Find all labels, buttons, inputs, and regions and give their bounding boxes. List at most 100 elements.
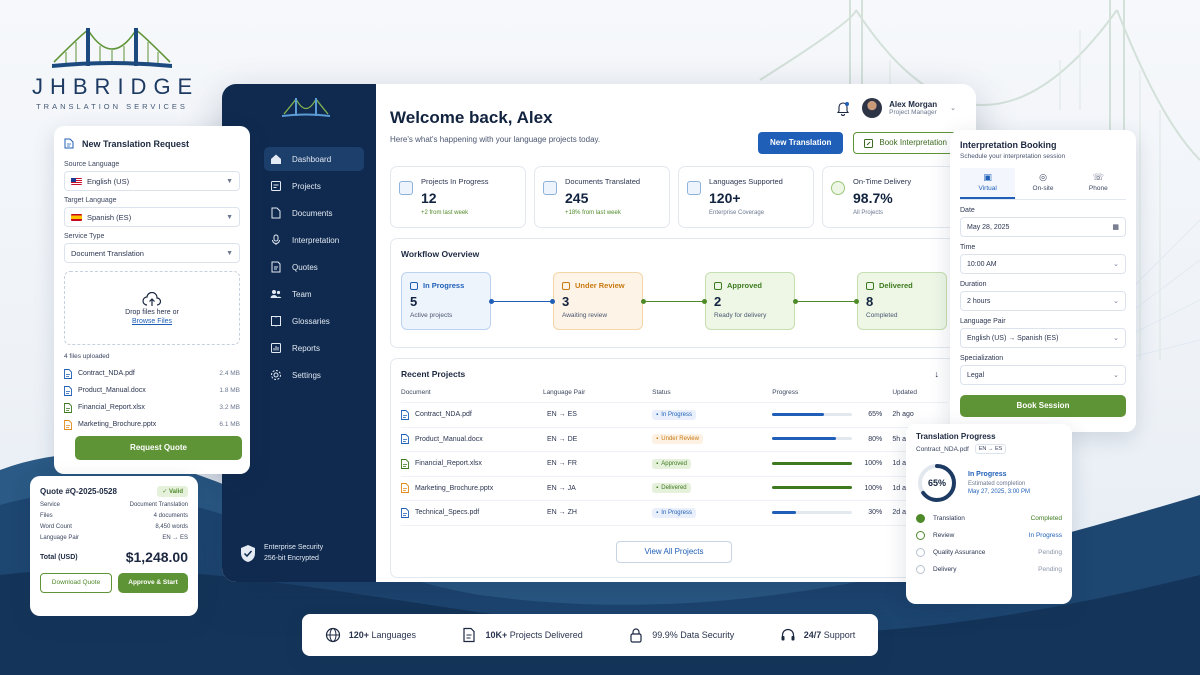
tab-virtual[interactable]: ▣ Virtual xyxy=(960,168,1016,199)
chevron-down-icon: ▼ xyxy=(226,249,233,257)
table-row[interactable]: Product_Manual.docx EN → DE ▪ Under Revie… xyxy=(401,427,947,452)
language-pair: EN → JA xyxy=(542,476,653,501)
sidebar-item-dashboard[interactable]: Dashboard xyxy=(264,147,364,171)
uploaded-file-item[interactable]: Product_Manual.docx 1.8 MB xyxy=(64,382,240,399)
status-icon: ▪ xyxy=(656,436,659,443)
gear-icon xyxy=(271,370,281,380)
progress-percent: 30% xyxy=(868,509,883,517)
tab-on-site[interactable]: ◎ On-site xyxy=(1015,168,1070,199)
step-label: Translation xyxy=(933,515,965,522)
feature-highlight: 120+ xyxy=(348,630,369,640)
workflow-stage[interactable]: In Progress 5 Active projects xyxy=(401,272,491,330)
file-size: 2.4 MB xyxy=(219,370,240,377)
pptx-file-icon xyxy=(64,419,72,430)
target-language-select[interactable]: Spanish (ES) ▼ xyxy=(64,207,240,227)
features-strip: 120+ Languages 10K+ Projects Delivered 99.… xyxy=(302,614,878,656)
workflow-stage[interactable]: Delivered 8 Completed xyxy=(857,272,947,330)
languages-icon xyxy=(687,181,701,195)
quote-total-value: $1,248.00 xyxy=(125,549,188,565)
main-content: Welcome back, Alex Here's what's happeni… xyxy=(376,84,976,582)
sidebar-item-documents[interactable]: Documents xyxy=(264,201,362,225)
table-row[interactable]: Financial_Report.xlsx EN → FR ▪ Approved … xyxy=(401,451,947,477)
quote-detail-value: EN → ES xyxy=(162,535,188,541)
uploaded-file-item[interactable]: Marketing_Brochure.pptx 6.1 MB xyxy=(64,416,240,433)
brand-name: JHBRIDGE xyxy=(32,74,200,99)
date-picker[interactable]: May 28, 2025 ▦ xyxy=(960,217,1126,237)
progress-title: Translation Progress xyxy=(916,432,996,441)
workflow-stage-label: Under Review xyxy=(575,281,625,290)
sidebar-item-reports[interactable]: Reports xyxy=(264,336,362,360)
pdf-file-icon xyxy=(401,507,409,518)
approve-start-button[interactable]: Approve & Start xyxy=(118,573,188,593)
document-name: Technical_Specs.pdf xyxy=(415,509,480,517)
view-all-projects-button[interactable]: View All Projects xyxy=(616,541,732,563)
uploaded-file-item[interactable]: Financial_Report.xlsx 3.2 MB xyxy=(64,399,240,416)
tab-phone[interactable]: ☏ Phone xyxy=(1071,168,1126,199)
security-subtitle: 256-bit Encrypted xyxy=(264,555,319,562)
sidebar-item-interpretation[interactable]: Interpretation xyxy=(264,228,362,252)
bell-icon[interactable] xyxy=(836,101,850,116)
specialization-select[interactable]: Legal ⌄ xyxy=(960,365,1126,385)
lock-icon xyxy=(630,628,642,643)
sidebar-item-label: Settings xyxy=(292,370,321,380)
xlsx-file-icon xyxy=(64,402,72,413)
progress-bar xyxy=(772,461,853,465)
request-card-title: New Translation Request xyxy=(82,138,190,149)
request-quote-button[interactable]: Request Quote xyxy=(75,436,242,460)
workflow-stage[interactable]: Under Review 3 Awaiting review xyxy=(553,272,643,330)
book-session-button[interactable]: Book Session xyxy=(960,395,1126,417)
projects-icon xyxy=(399,181,413,195)
brand-tagline: TRANSLATION SERVICES xyxy=(36,102,188,111)
table-row[interactable]: Technical_Specs.pdf EN → ZH ▪ In Progress… xyxy=(401,500,947,526)
stat-label: Languages Supported xyxy=(709,177,783,186)
session-type-tabs: ▣ Virtual ◎ On-site ☏ Phone xyxy=(960,168,1126,200)
sidebar-item-projects[interactable]: Projects xyxy=(264,174,362,198)
booking-title: Interpretation Booking xyxy=(960,140,1057,150)
sidebar-item-settings[interactable]: Settings xyxy=(264,363,362,387)
dashboard-window: Dashboard Projects Documents Interpretation… xyxy=(222,84,976,582)
avatar xyxy=(862,98,883,118)
sidebar-item-quotes[interactable]: Quotes xyxy=(264,255,362,279)
download-icon[interactable]: ↓ xyxy=(935,369,940,379)
language-pair-select[interactable]: English (US) → Spanish (ES) ⌄ xyxy=(960,328,1126,348)
uploaded-file-item[interactable]: Contract_NDA.pdf 2.4 MB xyxy=(64,365,240,382)
file-name: Product_Manual.docx xyxy=(78,387,146,394)
docx-file-icon xyxy=(64,385,72,396)
file-name: Financial_Report.xlsx xyxy=(78,404,145,411)
duration-select[interactable]: 2 hours ⌄ xyxy=(960,291,1126,311)
service-type-select[interactable]: Document Translation ▼ xyxy=(64,243,240,263)
user-menu[interactable]: Alex Morgan Project Manager ⌄ xyxy=(862,98,956,118)
table-row[interactable]: Marketing_Brochure.pptx EN → JA ▪ Deliver… xyxy=(401,476,947,501)
estimated-completion-label: Estimated completion xyxy=(968,481,1026,487)
us-flag-icon xyxy=(71,177,82,185)
document-icon xyxy=(64,138,74,149)
step-status-icon xyxy=(916,531,925,540)
browse-files-link[interactable]: Browse Files xyxy=(132,318,172,325)
quote-detail-row: Service Document Translation xyxy=(40,502,188,508)
specialization-value: Legal xyxy=(967,371,985,379)
new-translation-button[interactable]: New Translation xyxy=(758,132,844,154)
chevron-down-icon: ⌄ xyxy=(1113,298,1119,305)
workflow-overview-panel: Workflow Overview In Progress 5 Active p… xyxy=(390,238,958,348)
download-quote-button[interactable]: Download Quote xyxy=(40,573,112,593)
sidebar-item-glossaries[interactable]: Glossaries xyxy=(264,309,362,333)
time-select[interactable]: 10:00 AM ⌄ xyxy=(960,254,1126,274)
sidebar-item-team[interactable]: Team xyxy=(264,282,362,306)
step-status: Pending xyxy=(1038,549,1062,556)
stat-label: Documents Translated xyxy=(565,177,641,186)
book-interpretation-button[interactable]: Book Interpretation xyxy=(853,132,958,154)
quote-detail-key: Language Pair xyxy=(40,535,80,541)
feature-item: 10K+ Projects Delivered xyxy=(461,627,583,643)
video-icon: ▣ xyxy=(983,172,992,182)
quote-detail-value: 8,450 words xyxy=(155,524,188,530)
brand-logo: JHBRIDGE TRANSLATION SERVICES xyxy=(32,28,192,111)
stat-value: 12 xyxy=(421,190,437,206)
duration-label: Duration xyxy=(960,281,987,288)
security-title: Enterprise Security xyxy=(264,544,324,551)
calendar-edit-icon xyxy=(864,138,874,148)
workflow-stage[interactable]: Approved 2 Ready for delivery xyxy=(705,272,795,330)
source-language-select[interactable]: English (US) ▼ xyxy=(64,171,240,191)
file-drop-zone[interactable]: Drop files here or Browse Files xyxy=(64,271,240,345)
table-row[interactable]: Contract_NDA.pdf EN → ES ▪ In Progress 65… xyxy=(401,402,947,428)
check-circle-icon xyxy=(831,181,845,195)
